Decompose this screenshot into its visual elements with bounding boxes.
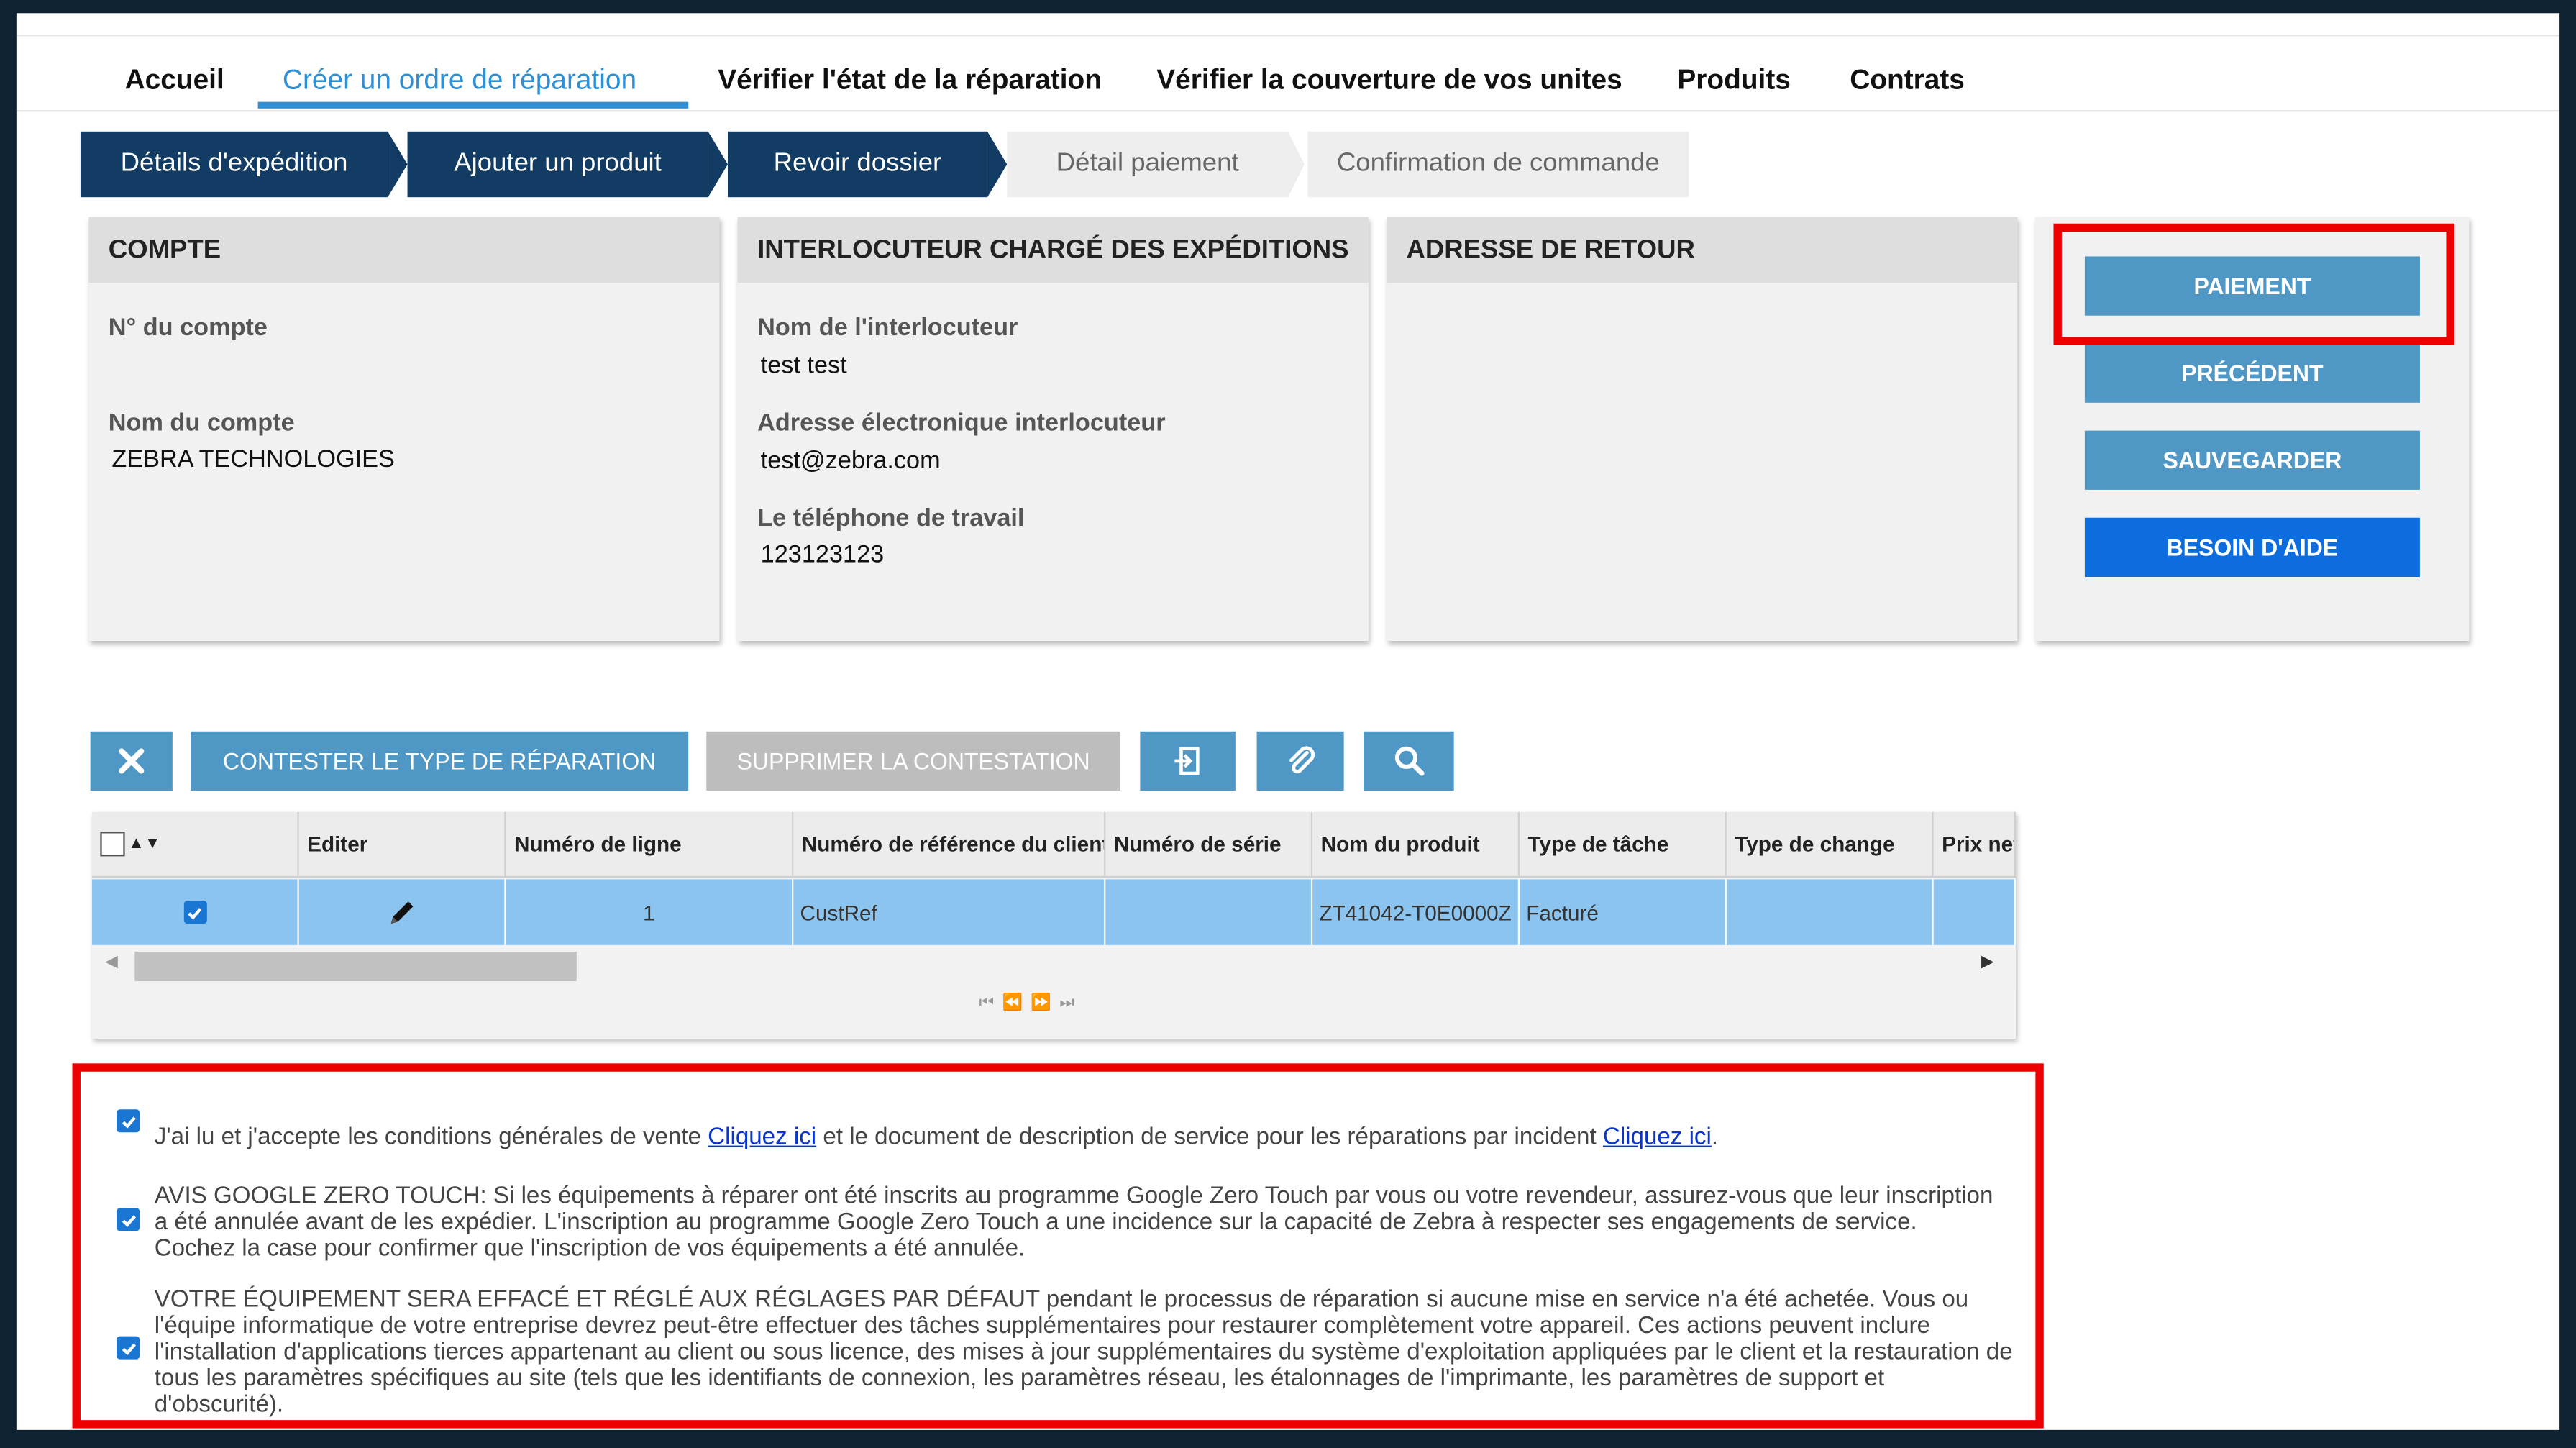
select-all-header: ▲▼: [91, 811, 299, 878]
save-button[interactable]: SAUVEGARDER: [2084, 430, 2420, 490]
step-shipping-details[interactable]: Détails d'expédition: [80, 131, 388, 198]
row-line-number: 1: [506, 879, 794, 945]
step-add-product[interactable]: Ajouter un produit: [407, 131, 708, 198]
scrollbar-thumb[interactable]: [134, 951, 577, 982]
column-header-net-price[interactable]: Prix net: [1933, 811, 2016, 878]
app-screen: Accueil Créer un ordre de réparation Vér…: [16, 13, 2560, 1430]
active-tab-indicator: [257, 101, 689, 109]
search-icon: [1394, 746, 1424, 776]
contact-email-value: test@zebra.com: [760, 447, 941, 475]
checkmark-icon: [188, 906, 202, 919]
scroll-right-icon[interactable]: ▶: [1981, 953, 1994, 971]
row-serial: [1105, 879, 1313, 945]
return-address-title: ADRESSE DE RETOUR: [1406, 237, 1695, 265]
contact-email-label: Adresse électronique interlocuteur: [757, 409, 1166, 437]
pencil-icon[interactable]: [385, 896, 419, 929]
nav-contracts[interactable]: Contrats: [1850, 64, 1965, 97]
search-button[interactable]: [1364, 731, 1454, 791]
step-payment-detail: Détail paiement: [1007, 131, 1288, 198]
scroll-left-icon[interactable]: ◀: [105, 953, 118, 971]
attach-button[interactable]: [1256, 731, 1344, 791]
account-name-label: Nom du compte: [108, 409, 295, 437]
column-header-task-type[interactable]: Type de tâche: [1520, 811, 1727, 878]
nav-accueil[interactable]: Accueil: [125, 64, 224, 97]
select-all-checkbox[interactable]: [100, 832, 125, 857]
product-grid: ▲▼ Editer Numéro de ligne Numéro de réfé…: [91, 811, 2016, 1039]
nav-create-repair-order[interactable]: Créer un ordre de réparation: [283, 64, 636, 97]
sort-icon[interactable]: ▲▼: [128, 835, 160, 853]
contact-name-value: test test: [760, 351, 847, 380]
column-header-serial[interactable]: Numéro de série: [1105, 811, 1313, 878]
column-header-change-type[interactable]: Type de change: [1726, 811, 1934, 878]
step-order-confirmation: Confirmation de commande: [1307, 131, 1689, 198]
account-panel: COMPTE N° du compte Nom du compte ZEBRA …: [88, 217, 720, 642]
account-number-label: N° du compte: [108, 314, 268, 342]
column-header-line-number[interactable]: Numéro de ligne: [506, 811, 794, 878]
contact-name-label: Nom de l'interlocuteur: [757, 314, 1018, 342]
close-icon: [119, 748, 145, 774]
column-header-product[interactable]: Nom du produit: [1312, 811, 1520, 878]
row-task-type: Facturé: [1520, 879, 1727, 945]
row-change-type: [1726, 879, 1934, 945]
row-product: ZT41042-T0E0000Z: [1312, 879, 1520, 945]
import-icon: [1174, 747, 1200, 775]
first-page-icon[interactable]: ⏮: [979, 994, 1002, 1012]
step-review-file[interactable]: Revoir dossier: [727, 131, 987, 198]
remove-contest-button: SUPPRIMER LA CONTESTATION: [706, 731, 1120, 791]
shipping-contact-panel: INTERLOCUTEUR CHARGÉ DES EXPÉDITIONS Nom…: [737, 217, 1369, 642]
row-checkbox[interactable]: [183, 901, 206, 924]
account-panel-title: COMPTE: [108, 237, 221, 265]
row-customer-ref: CustRef: [793, 879, 1106, 945]
shipping-contact-title: INTERLOCUTEUR CHARGÉ DES EXPÉDITIONS: [757, 237, 1349, 265]
prev-page-icon[interactable]: ⏪: [1002, 994, 1031, 1012]
help-button[interactable]: BESOIN D'AIDE: [2084, 517, 2420, 577]
contest-repair-type-button[interactable]: CONTESTER LE TYPE DE RÉPARATION: [190, 731, 689, 791]
column-header-customer-ref[interactable]: Numéro de référence du client: [793, 811, 1106, 878]
return-address-panel: ADRESSE DE RETOUR: [1387, 217, 2018, 642]
last-page-icon[interactable]: ⏭: [1059, 994, 1082, 1012]
contact-phone-label: Le téléphone de travail: [757, 504, 1025, 533]
pager: ⏮⏪⏩⏭: [979, 994, 1143, 1024]
next-page-icon[interactable]: ⏩: [1031, 994, 1059, 1012]
delete-button[interactable]: [90, 731, 173, 791]
horizontal-scrollbar[interactable]: ◀ ▶: [91, 947, 2016, 986]
import-button[interactable]: [1140, 731, 1236, 791]
terms-highlight-box: [72, 1063, 2044, 1429]
top-navigation: Accueil Créer un ordre de réparation Vér…: [16, 34, 2560, 112]
column-header-edit[interactable]: Editer: [298, 811, 506, 878]
previous-button[interactable]: PRÉCÉDENT: [2084, 343, 2420, 403]
nav-check-repair-status[interactable]: Vérifier l'état de la réparation: [718, 64, 1102, 97]
payment-highlight-box: [2053, 223, 2454, 345]
paperclip-icon: [1288, 746, 1314, 774]
account-name-value: ZEBRA TECHNOLOGIES: [111, 445, 395, 474]
nav-products[interactable]: Produits: [1677, 64, 1791, 97]
contact-phone-value: 123123123: [760, 540, 885, 569]
nav-check-coverage[interactable]: Vérifier la couverture de vos unites: [1156, 64, 1622, 97]
